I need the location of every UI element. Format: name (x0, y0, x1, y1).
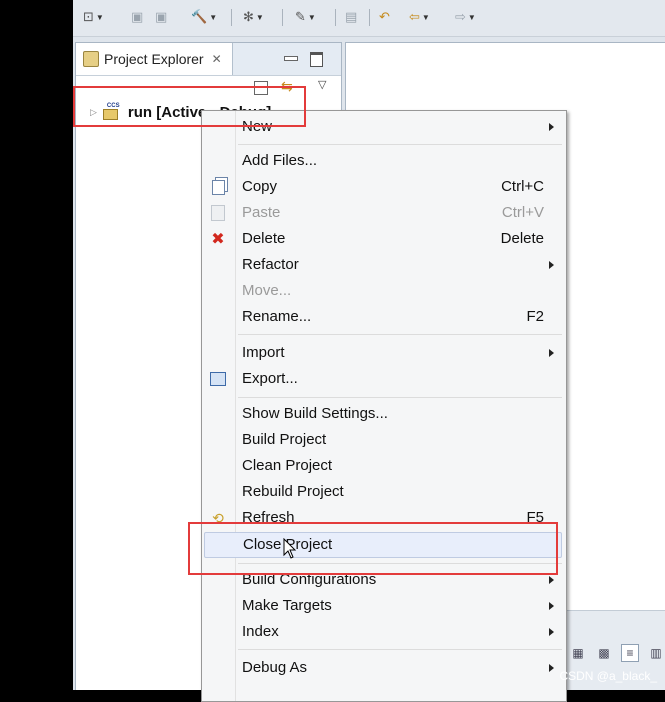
menu-item-label: Show Build Settings... (242, 405, 388, 422)
submenu-arrow-icon (549, 349, 554, 357)
menu-item-label: Rename... (242, 308, 312, 325)
export-icon (210, 371, 226, 387)
view-menu-icon[interactable]: ▽ (318, 78, 326, 91)
project-explorer-icon (83, 51, 99, 67)
submenu-arrow-icon (549, 123, 554, 131)
menu-item-rename[interactable]: Rename... F2 (202, 304, 566, 330)
debug-icon[interactable]: ✻ ▼ (243, 8, 264, 26)
minimize-icon[interactable] (284, 56, 298, 61)
problems-icon[interactable]: ▩ (595, 644, 613, 662)
submenu-arrow-icon (549, 602, 554, 610)
menu-item-label: Import (242, 344, 285, 361)
menu-item-label: Rebuild Project (242, 483, 344, 500)
menu-item-clean-project[interactable]: Clean Project (202, 453, 566, 479)
highlight-close-project-annotation (188, 522, 558, 575)
menu-item-label: Delete (242, 230, 286, 247)
main-toolbar: ⊡ ▼ ▣ ▣ 🔨 ▼ ✻ ▼ ✎ ▼ ▤ ↶ ⇦ ▼ ⇨ ▼ (73, 0, 665, 37)
menu-item-label: Export... (242, 370, 298, 387)
external-tools-icon[interactable]: ✎ ▼ (295, 8, 316, 26)
menu-separator (238, 397, 562, 398)
menu-item-label: Refactor (242, 256, 299, 273)
menu-item-export[interactable]: Export... (202, 366, 566, 392)
menu-item-shortcut: Delete (500, 230, 544, 247)
build-icon[interactable]: 🔨 ▼ (191, 8, 217, 26)
save-icon[interactable]: ▣ (131, 8, 143, 26)
project-explorer-tabbar: Project Explorer ✕ (76, 43, 341, 76)
highlight-project-annotation (73, 86, 306, 127)
submenu-arrow-icon (549, 261, 554, 269)
menu-item-copy[interactable]: Copy Ctrl+C (202, 174, 566, 200)
toggle-mark-icon[interactable]: ▤ (345, 8, 357, 26)
menu-item-paste: Paste Ctrl+V (202, 200, 566, 226)
last-edit-icon[interactable]: ↶ (379, 8, 390, 26)
menu-item-make-targets[interactable]: Make Targets (202, 593, 566, 619)
menu-item-build-project[interactable]: Build Project (202, 427, 566, 453)
menu-item-show-build-settings[interactable]: Show Build Settings... (202, 401, 566, 427)
menu-item-label: Clean Project (242, 457, 333, 474)
back-icon[interactable]: ⇦ ▼ (409, 8, 430, 26)
new-wizard-icon[interactable]: ⊡ ▼ (83, 8, 104, 26)
watermark: CSDN @a_black_ (559, 669, 657, 683)
mouse-cursor-icon (283, 538, 297, 559)
menu-separator (238, 649, 562, 650)
delete-icon: ✖ (211, 231, 225, 248)
context-menu: New Add Files... Copy Ctrl+C Paste Ctrl+… (201, 110, 567, 702)
menu-item-index[interactable]: Index (202, 619, 566, 645)
menu-item-shortcut: F2 (526, 308, 544, 325)
menu-item-label: Debug As (242, 659, 308, 676)
copy-icon (210, 179, 226, 195)
menu-item-shortcut: Ctrl+C (501, 178, 544, 195)
outline-icon[interactable]: ≡ (621, 644, 639, 662)
menu-item-label: Add Files... (242, 152, 318, 169)
tab-label: Project Explorer (104, 51, 204, 67)
console-icon[interactable]: ▦ (569, 644, 587, 662)
forward-icon[interactable]: ⇨ ▼ (455, 8, 476, 26)
menu-item-delete[interactable]: ✖ Delete Delete (202, 226, 566, 252)
toolbar-separator (231, 9, 232, 26)
maximize-icon[interactable] (310, 52, 323, 67)
menu-item-label: Paste (242, 204, 281, 221)
menu-item-rebuild-project[interactable]: Rebuild Project (202, 479, 566, 505)
menu-item-label: Copy (242, 178, 278, 195)
menu-item-refactor[interactable]: Refactor (202, 252, 566, 278)
menu-separator (238, 334, 562, 335)
tab-project-explorer[interactable]: Project Explorer ✕ (76, 43, 233, 75)
menu-item-debug-as[interactable]: Debug As (202, 655, 566, 681)
menu-item-import[interactable]: Import (202, 340, 566, 366)
submenu-arrow-icon (549, 664, 554, 672)
toolbar-separator (369, 9, 370, 26)
menu-separator (238, 144, 562, 145)
save-all-icon[interactable]: ▣ (155, 8, 167, 26)
toolbar-separator (282, 9, 283, 26)
toolbar-separator (335, 9, 336, 26)
menu-item-add-files[interactable]: Add Files... (202, 148, 566, 174)
submenu-arrow-icon (549, 576, 554, 584)
menu-item-label: Make Targets (242, 597, 332, 614)
menu-item-label: Index (242, 623, 279, 640)
menu-item-move: Move... (202, 278, 566, 304)
menu-item-label: Move... (242, 282, 292, 299)
menu-item-label: Build Project (242, 431, 327, 448)
close-icon[interactable]: ✕ (212, 52, 222, 66)
paste-icon (210, 205, 226, 221)
menu-item-shortcut: Ctrl+V (501, 204, 544, 221)
properties-icon[interactable]: ▥ (647, 644, 665, 662)
submenu-arrow-icon (549, 628, 554, 636)
